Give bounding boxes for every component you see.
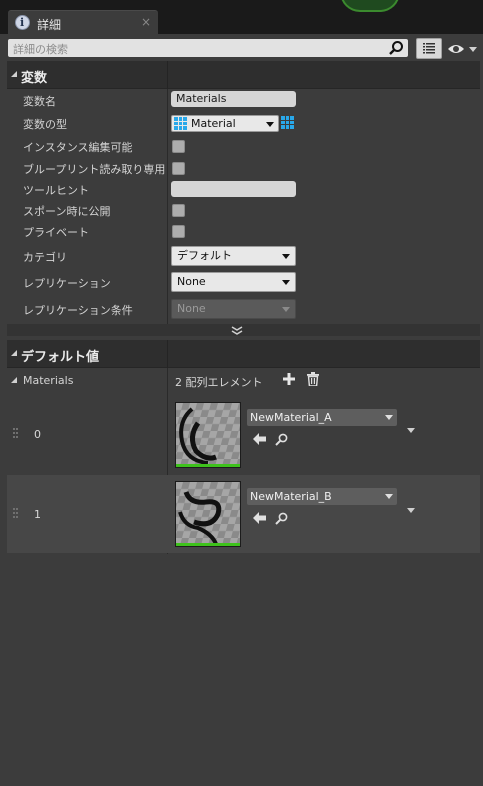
chevron-down-icon: [385, 415, 393, 420]
variable-type-value: Material: [191, 117, 236, 130]
asset-name: NewMaterial_A: [250, 411, 332, 424]
property-label: レプリケーション条件: [23, 304, 133, 317]
column-divider: [167, 340, 168, 368]
drag-handle-icon[interactable]: [13, 508, 19, 522]
list-view-button[interactable]: [416, 38, 442, 59]
material-preview-image: [176, 482, 240, 546]
array-element-row: 0 NewMaterial_A: [7, 395, 480, 473]
array-collapse-triangle-icon[interactable]: [11, 377, 17, 383]
array-header-row: Materials 2 配列エレメント: [7, 368, 480, 392]
chevron-down-icon: [282, 254, 290, 259]
blueprint-readonly-checkbox[interactable]: [172, 162, 185, 175]
private-checkbox[interactable]: [172, 225, 185, 238]
view-options-button[interactable]: [447, 41, 479, 57]
back-arrow-icon[interactable]: [253, 512, 266, 524]
info-icon: i: [15, 15, 30, 30]
variables-section-title: 変数: [21, 71, 48, 86]
element-options-chevron-icon[interactable]: [407, 508, 415, 513]
list-view-icon: [423, 43, 435, 54]
material-thumbnail[interactable]: [175, 402, 241, 468]
array-index: 1: [34, 508, 41, 521]
chevron-down-icon: [266, 122, 274, 127]
variables-section-header[interactable]: 変数: [7, 61, 480, 89]
search-placeholder: 詳細の検索: [13, 43, 68, 56]
property-label: プライベート: [23, 226, 89, 239]
property-row-instance-editable: インスタンス編集可能: [7, 135, 480, 157]
browse-icon[interactable]: [275, 512, 288, 525]
back-arrow-icon[interactable]: [253, 433, 266, 445]
tooltip-field[interactable]: [171, 181, 296, 197]
default-values-section-title: デフォルト値: [21, 350, 100, 365]
array-element-row: 1 NewMaterial_B: [7, 475, 480, 553]
category-combo[interactable]: デフォルト: [171, 246, 296, 266]
category-value: デフォルト: [177, 249, 232, 262]
property-row-category: カテゴリ デフォルト: [7, 243, 480, 269]
eye-icon: [448, 45, 477, 53]
browse-icon[interactable]: [275, 433, 288, 446]
asset-name: NewMaterial_B: [250, 490, 332, 503]
property-label: ブループリント読み取り専用: [23, 163, 166, 176]
replication-value: None: [177, 275, 206, 288]
toolbar-green-button[interactable]: [340, 0, 400, 12]
default-values-section: デフォルト値 Materials 2 配列エレメント 0 NewMaterial…: [7, 340, 480, 554]
expand-advanced-icon: [231, 326, 243, 335]
tab-bar: i 詳細 ×: [0, 0, 483, 34]
variables-section: 変数 変数名 Materials 変数の型 Material インスタンス編集可…: [7, 61, 480, 324]
collapse-triangle-icon: [11, 350, 17, 356]
property-label: インスタンス編集可能: [23, 141, 133, 154]
replication-condition-combo: None: [171, 299, 296, 319]
property-row-blueprint-readonly: ブループリント読み取り専用: [7, 157, 480, 179]
asset-picker-combo[interactable]: NewMaterial_B: [247, 488, 397, 505]
property-row-replication: レプリケーション None: [7, 270, 480, 296]
property-label: スポーン時に公開: [23, 205, 111, 218]
property-label: 変数名: [23, 95, 56, 108]
search-input[interactable]: 詳細の検索: [8, 39, 408, 57]
property-row-tooltip: ツールヒント: [7, 178, 480, 200]
chevron-down-icon: [282, 307, 290, 312]
property-row-expose-on-spawn: スポーン時に公開: [7, 199, 480, 221]
property-label: レプリケーション: [23, 277, 111, 290]
grid-type-icon: [174, 117, 187, 130]
tab-title: 詳細: [37, 18, 62, 32]
close-icon[interactable]: ×: [141, 15, 151, 29]
search-icon[interactable]: [388, 40, 404, 56]
thumbnail-status-bar: [176, 543, 240, 546]
trash-icon[interactable]: [307, 372, 319, 386]
property-row-replication-condition: レプリケーション条件 None: [7, 297, 480, 323]
material-preview-image: [176, 403, 240, 467]
replication-combo[interactable]: None: [171, 272, 296, 292]
property-label: ツールヒント: [23, 184, 89, 197]
property-row-variable-name: 変数名 Materials: [7, 89, 480, 111]
material-thumbnail[interactable]: [175, 481, 241, 547]
collapse-triangle-icon: [11, 71, 17, 77]
column-divider: [167, 61, 168, 89]
array-label: Materials: [23, 374, 74, 387]
variable-type-combo[interactable]: Material: [171, 115, 279, 132]
container-type-grid-icon[interactable]: [281, 116, 294, 129]
plus-icon[interactable]: [283, 373, 295, 385]
asset-picker-combo[interactable]: NewMaterial_A: [247, 409, 397, 426]
property-row-variable-type: 変数の型 Material: [7, 112, 480, 134]
variable-name-field[interactable]: Materials: [171, 91, 296, 107]
array-count: 2 配列エレメント: [175, 376, 263, 389]
array-index: 0: [34, 428, 41, 441]
replication-condition-value: None: [177, 302, 206, 315]
expose-on-spawn-checkbox[interactable]: [172, 204, 185, 217]
default-values-section-header[interactable]: デフォルト値: [7, 340, 480, 368]
drag-handle-icon[interactable]: [13, 428, 19, 442]
property-label: 変数の型: [23, 118, 67, 131]
advanced-expand-bar[interactable]: [7, 324, 480, 336]
details-panel: 詳細の検索 変数 変数名 Materials 変数の型 Material インス…: [0, 34, 483, 786]
chevron-down-icon: [282, 280, 290, 285]
chevron-down-icon: [385, 494, 393, 499]
tab-details[interactable]: i 詳細 ×: [8, 10, 158, 34]
instance-editable-checkbox[interactable]: [172, 140, 185, 153]
thumbnail-status-bar: [176, 464, 240, 467]
property-label: カテゴリ: [23, 251, 67, 264]
element-options-chevron-icon[interactable]: [407, 428, 415, 433]
property-row-private: プライベート: [7, 220, 480, 242]
